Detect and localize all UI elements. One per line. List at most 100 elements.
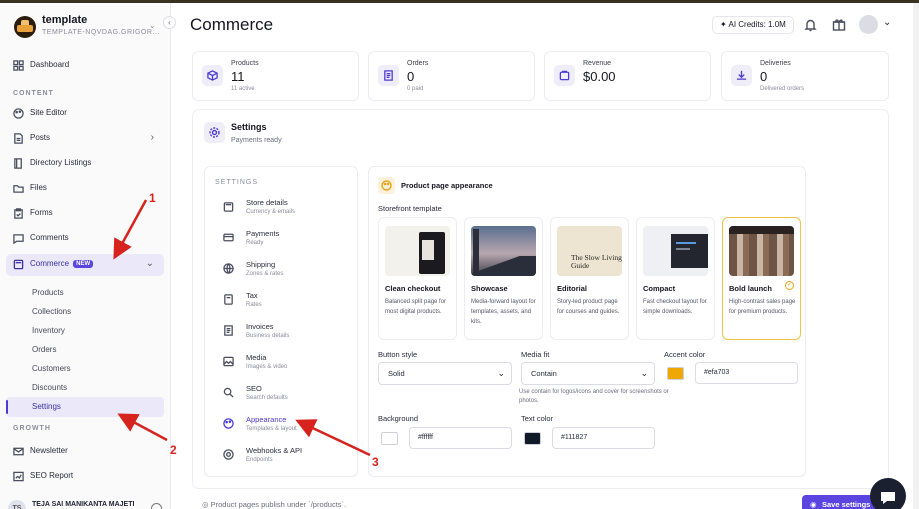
settings-nav-label: Store details — [246, 198, 288, 207]
sidebar-item-site-editor[interactable]: Site Editor — [6, 103, 164, 125]
report-icon — [13, 471, 24, 482]
settings-nav-payments[interactable]: Payments Ready — [223, 228, 353, 254]
wallet-icon — [554, 65, 575, 86]
chat-support-button[interactable] — [870, 478, 906, 509]
sidebar-item-newsletter[interactable]: Newsletter — [6, 441, 164, 463]
sidebar-item-commerce[interactable]: Commerce NEW ⌄ — [6, 254, 164, 276]
settings-nav-label: Webhooks & API — [246, 446, 303, 455]
text-color-label: Text color — [521, 414, 554, 423]
template-card-clean-checkout[interactable]: Clean checkout Balanced split page for m… — [378, 217, 457, 340]
calculator-icon — [224, 294, 233, 305]
scrollbar[interactable] — [913, 3, 919, 509]
settings-nav-shipping[interactable]: Shipping Zones & rates — [223, 259, 353, 285]
sidebar-subitem-products[interactable]: Products — [32, 288, 64, 297]
stat-card-products: Products 11 11 active — [192, 51, 359, 101]
user-menu[interactable]: TS TEJA SAI MANIKANTA MAJETI — [8, 500, 166, 509]
sidebar-subitem-discounts[interactable]: Discounts — [32, 383, 67, 392]
template-card-bold-launch[interactable]: Bold launch ✓ High-contrast sales page f… — [722, 217, 801, 340]
stat-label: Revenue — [583, 60, 612, 67]
button-style-select[interactable]: Solid ⌄ — [378, 362, 512, 385]
template-card-compact[interactable]: Compact Fast checkout layout for simple … — [636, 217, 715, 340]
sidebar-subitem-collections[interactable]: Collections — [32, 307, 71, 316]
gift-icon[interactable] — [832, 17, 846, 31]
credit-card-icon — [223, 233, 234, 242]
settings-nav-sub: Rates — [246, 302, 262, 308]
settings-nav-invoices[interactable]: Invoices Business details — [223, 321, 353, 347]
text-color-swatch[interactable] — [524, 432, 541, 445]
grid-icon — [13, 60, 24, 71]
workspace-switcher[interactable]: template TEMPLATE-NQVDAG.GRIGOR... ⌄ — [14, 13, 164, 43]
appearance-title: Product page appearance — [401, 181, 493, 190]
stat-value: $0.00 — [583, 69, 616, 84]
sidebar-item-comments[interactable]: Comments — [6, 228, 164, 250]
settings-nav-label: Invoices — [246, 322, 274, 331]
main-content: Commerce ✦ AI Credits: 1.0M ⌄ Products 1… — [171, 3, 919, 509]
sidebar-subitem-settings[interactable]: Settings — [32, 402, 61, 411]
stat-value: 0 — [760, 69, 768, 84]
settings-nav-appearance[interactable]: Appearance Templates & layout — [223, 414, 353, 440]
template-card-showcase[interactable]: Showcase Media-forward layout for templa… — [464, 217, 543, 340]
avatar[interactable] — [859, 15, 878, 34]
annotation-number-2: 2 — [170, 443, 177, 457]
sidebar-subitem-inventory[interactable]: Inventory — [32, 326, 65, 335]
bell-icon[interactable] — [804, 18, 817, 32]
settings-nav-webhooks[interactable]: Webhooks & API Endpoints — [223, 445, 353, 471]
image-icon — [223, 356, 234, 367]
sidebar-item-forms[interactable]: Forms — [6, 203, 164, 225]
sidebar-item-dashboard[interactable]: Dashboard — [6, 55, 164, 77]
settings-nav: SETTINGS Store details Currency & emails… — [204, 166, 358, 477]
sidebar-item-seo-report[interactable]: SEO Report — [6, 466, 164, 488]
background-color-input[interactable]: #ffffff — [409, 427, 512, 449]
sidebar-item-files[interactable]: Files — [6, 178, 164, 200]
sub-item-active-indicator — [6, 400, 8, 414]
template-desc: Balanced split page for most digital pro… — [385, 299, 447, 315]
globe-icon — [223, 263, 234, 274]
stat-card-deliveries: Deliveries 0 Delivered orders — [721, 51, 889, 101]
stat-label: Deliveries — [760, 60, 791, 67]
sidebar-subitem-customers[interactable]: Customers — [32, 364, 71, 373]
workspace-logo — [14, 16, 36, 38]
collapse-sidebar-button[interactable]: ‹ — [163, 16, 176, 29]
settings-nav-store-details[interactable]: Store details Currency & emails — [223, 197, 353, 223]
stat-label: Orders — [407, 60, 429, 67]
palette-icon — [223, 418, 234, 429]
sidebar-item-label: Directory Listings — [30, 158, 92, 167]
stat-sub: 11 active — [231, 86, 255, 92]
sidebar-item-directory-listings[interactable]: Directory Listings — [6, 153, 164, 175]
settings-subtitle: Payments ready — [231, 137, 282, 144]
mail-icon — [13, 447, 24, 456]
store-icon — [13, 259, 24, 270]
background-color-swatch[interactable] — [381, 432, 398, 445]
appearance-panel: Product page appearance Storefront templ… — [368, 166, 806, 477]
settings-nav-tax[interactable]: Tax Rates — [223, 290, 353, 316]
stat-card-revenue: Revenue $0.00 — [544, 51, 711, 101]
select-value: Contain — [531, 369, 557, 378]
settings-nav-label: Tax — [246, 291, 258, 300]
sidebar-item-label: Commerce — [30, 259, 70, 268]
document-icon — [14, 133, 23, 144]
accent-color-input[interactable]: #efa703 — [695, 362, 798, 384]
publish-note: ◎ Product pages publish under `/products… — [202, 500, 346, 509]
stat-sub: Delivered orders — [760, 86, 805, 92]
globe-icon: ◎ — [202, 500, 209, 509]
chevron-down-icon: ⌄ — [145, 258, 154, 269]
user-options-icon[interactable] — [151, 503, 162, 509]
settings-nav-seo[interactable]: SEO Search defaults — [223, 383, 353, 409]
ai-credits-button[interactable]: ✦ AI Credits: 1.0M — [712, 16, 794, 34]
chevron-down-icon[interactable]: ⌄ — [883, 17, 891, 28]
palette-icon — [378, 177, 395, 194]
template-card-editorial[interactable]: The Slow Living Guide Editorial Story-le… — [550, 217, 629, 340]
settings-nav-label: Payments — [246, 229, 280, 238]
sidebar-item-label: Forms — [30, 208, 53, 217]
accent-color-swatch[interactable] — [667, 367, 684, 380]
text-color-input[interactable]: #111827 — [552, 427, 655, 449]
sidebar-item-posts[interactable]: Posts › — [6, 128, 164, 150]
sidebar-subitem-orders[interactable]: Orders — [32, 345, 56, 354]
gear-icon — [204, 122, 225, 143]
media-fit-select[interactable]: Contain ⌄ — [521, 362, 655, 385]
store-icon — [223, 202, 234, 212]
settings-nav-media[interactable]: Media Images & video — [223, 352, 353, 378]
check-circle-icon: ◉ — [810, 500, 817, 509]
sidebar-item-label: SEO Report — [30, 471, 74, 480]
stat-value: 11 — [231, 69, 245, 84]
